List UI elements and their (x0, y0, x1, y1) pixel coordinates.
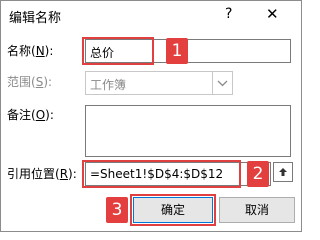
help-button[interactable]: ? (225, 6, 232, 22)
cancel-button[interactable]: 取消 (219, 197, 295, 223)
chevron-down-icon (212, 72, 232, 94)
annotation-marker-1: 1 (166, 38, 188, 64)
comment-label: 备注(O): (7, 108, 54, 122)
annotation-marker-3: 3 (106, 197, 128, 223)
scope-label: 范围(S): (7, 75, 53, 89)
scope-select-value: 工作簿 (90, 78, 127, 92)
edit-name-dialog: 编辑名称 ? ✕ 名称(N): 总价 范围(S): 工作簿 备注(O): 引用位… (0, 0, 302, 232)
annotation-box-2 (82, 160, 241, 188)
annotation-box-1 (82, 37, 154, 65)
close-button[interactable]: ✕ (266, 5, 279, 23)
dialog-title: 编辑名称 (9, 11, 62, 26)
name-label: 名称(N): (7, 44, 54, 58)
annotation-box-3 (130, 194, 216, 226)
annotation-marker-2: 2 (247, 161, 269, 187)
refers-to-label: 引用位置(R): (7, 167, 77, 181)
collapse-arrow-icon (279, 168, 287, 176)
dialog-body: 名称(N): 总价 范围(S): 工作簿 备注(O): 引用位置(R): =Sh… (1, 31, 301, 231)
comment-textarea[interactable] (85, 105, 291, 157)
scope-select[interactable]: 工作簿 (85, 71, 233, 95)
title-bar: 编辑名称 ? ✕ (1, 1, 301, 31)
collapse-dialog-button[interactable] (273, 162, 293, 182)
